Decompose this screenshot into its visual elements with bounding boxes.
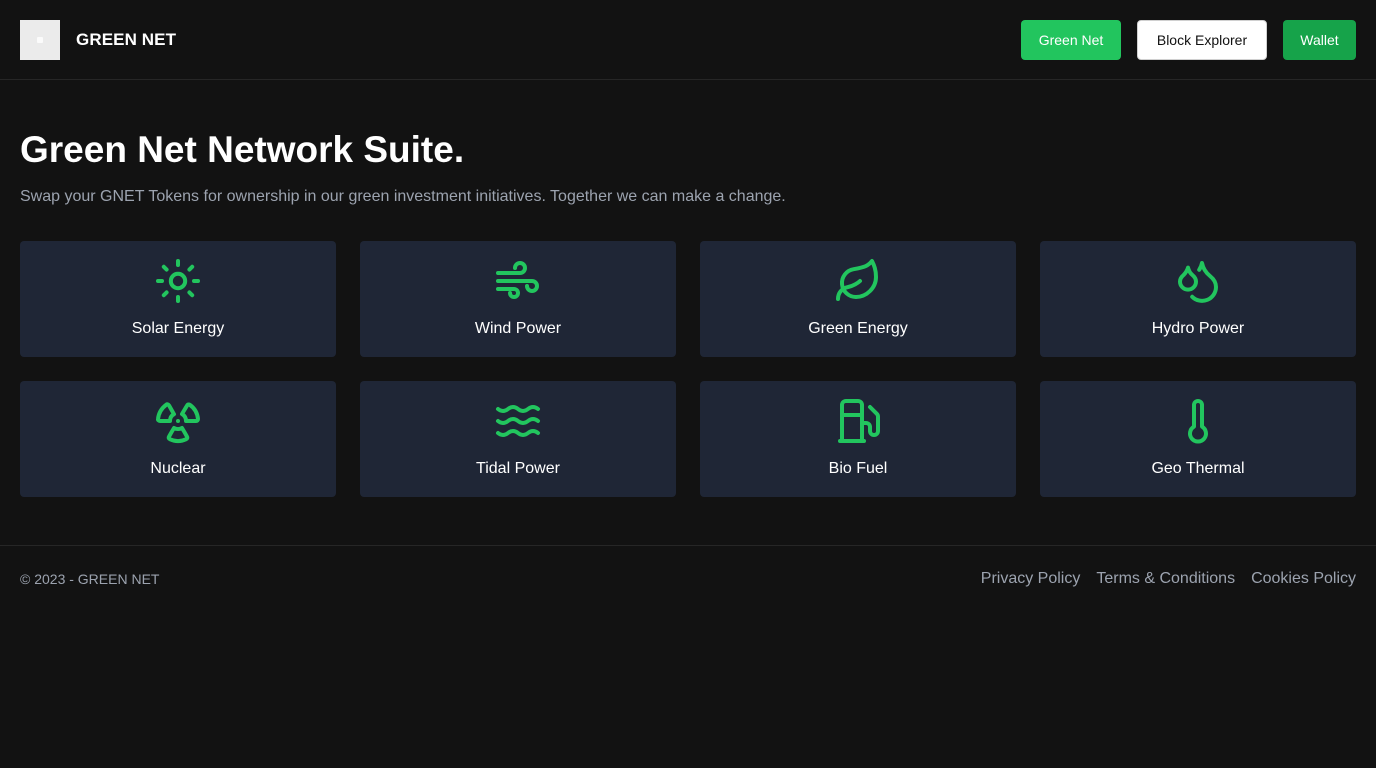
card-label: Nuclear xyxy=(150,460,206,477)
fuel-pump-icon xyxy=(834,397,882,445)
card-label: Green Energy xyxy=(808,320,908,337)
logo-mark xyxy=(37,37,43,43)
card-label: Hydro Power xyxy=(1151,320,1245,337)
droplets-icon xyxy=(1174,257,1222,305)
card-label: Geo Thermal xyxy=(1151,460,1245,477)
waves-icon xyxy=(494,397,542,445)
radiation-icon xyxy=(154,397,202,445)
green-net-button[interactable]: Green Net xyxy=(1021,20,1121,60)
block-explorer-button[interactable]: Block Explorer xyxy=(1137,20,1267,60)
card-label: Solar Energy xyxy=(131,320,225,337)
privacy-policy-link[interactable]: Privacy Policy xyxy=(981,569,1081,589)
card-label: Wind Power xyxy=(474,320,562,337)
cookies-policy-link[interactable]: Cookies Policy xyxy=(1251,569,1356,589)
top-navbar: GREEN NET Green Net Block Explorer Walle… xyxy=(0,0,1376,80)
card-geo-thermal[interactable]: Geo Thermal xyxy=(1040,381,1356,497)
card-label: Tidal Power xyxy=(476,460,560,477)
footer-links: Privacy Policy Terms & Conditions Cookie… xyxy=(981,569,1356,589)
card-wind-power[interactable]: Wind Power xyxy=(360,241,676,357)
card-hydro-power[interactable]: Hydro Power xyxy=(1040,241,1356,357)
card-bio-fuel[interactable]: Bio Fuel xyxy=(700,381,1016,497)
wallet-button[interactable]: Wallet xyxy=(1283,20,1356,60)
page-subtitle: Swap your GNET Tokens for ownership in o… xyxy=(20,188,786,205)
card-green-energy[interactable]: Green Energy xyxy=(700,241,1016,357)
sun-icon xyxy=(154,257,202,305)
card-solar-energy[interactable]: Solar Energy xyxy=(20,241,336,357)
card-nuclear[interactable]: Nuclear xyxy=(20,381,336,497)
page-title: Green Net Network Suite. xyxy=(20,129,465,170)
copyright-text: © 2023 - GREEN NET xyxy=(20,571,160,587)
terms-conditions-link[interactable]: Terms & Conditions xyxy=(1096,569,1235,589)
card-tidal-power[interactable]: Tidal Power xyxy=(360,381,676,497)
energy-cards-grid: Solar Energy Wind Power Green Energy Hyd… xyxy=(20,241,1356,497)
wind-icon xyxy=(494,257,542,305)
brand-name[interactable]: GREEN NET xyxy=(76,30,176,50)
thermometer-icon xyxy=(1174,397,1222,445)
logo-placeholder-icon[interactable] xyxy=(20,20,60,60)
card-label: Bio Fuel xyxy=(828,460,888,477)
leaf-icon xyxy=(834,257,882,305)
footer: © 2023 - GREEN NET Privacy Policy Terms … xyxy=(0,545,1376,609)
